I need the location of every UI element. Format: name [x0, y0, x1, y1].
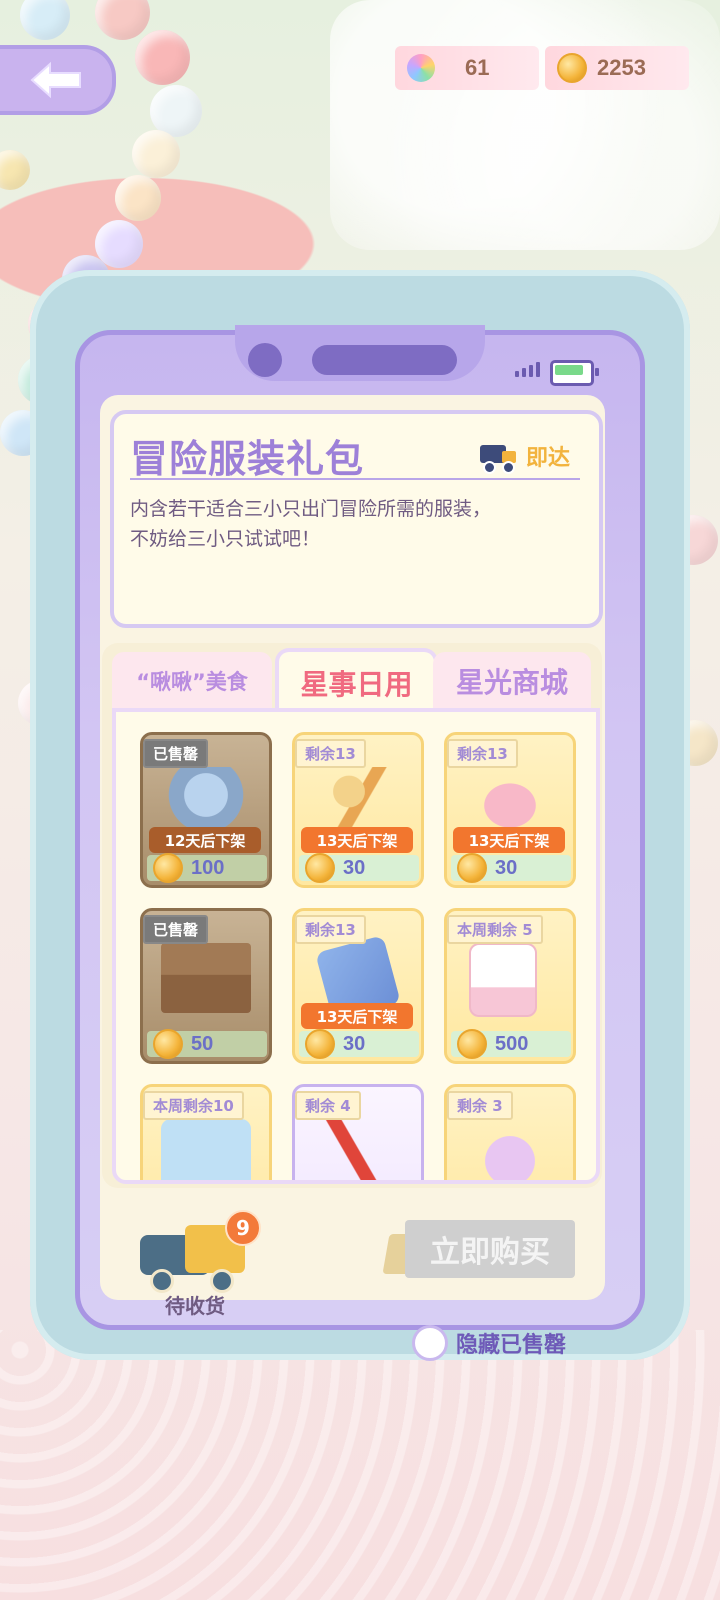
item-expire: 12天后下架 — [149, 827, 261, 853]
shop-item[interactable]: 已售罄 50 — [140, 908, 272, 1064]
coin-count: 2253 — [597, 55, 646, 80]
decorative-bead — [132, 130, 180, 178]
delivery-truck-icon — [480, 443, 518, 474]
item-tag: 剩余 3 — [447, 1091, 513, 1120]
info-description: 内含若干适合三小只出门冒险所需的服装， 不妨给三小只试试吧！ — [130, 494, 585, 554]
item-price-value: 30 — [343, 856, 366, 879]
decorative-bead — [115, 175, 161, 221]
info-title: 冒险服装礼包 — [130, 437, 365, 481]
coin-icon — [305, 853, 335, 883]
tab-daily-goods[interactable]: 星事日用 — [275, 648, 438, 714]
item-price-value: 500 — [495, 1032, 529, 1055]
item-tag: 剩余13 — [295, 915, 366, 944]
item-expire: 13天后下架 — [301, 827, 413, 853]
hide-sold-toggle[interactable]: 隐藏已售罄 — [412, 1325, 566, 1361]
arrow-left-icon — [30, 61, 81, 99]
item-tag: 本周剩余10 — [143, 1091, 244, 1120]
item-price-value: 30 — [343, 1032, 366, 1055]
delivery-label: 即达 — [526, 446, 571, 471]
item-price: 500 — [451, 1029, 571, 1059]
item-tag: 已售罄 — [143, 915, 209, 944]
item-price: 30 — [299, 853, 419, 883]
coin-icon — [457, 1029, 487, 1059]
item-price: 30 — [299, 1029, 419, 1059]
hide-sold-label: 隐藏已售罄 — [456, 1333, 567, 1358]
gem-icon — [407, 54, 435, 82]
magic-print-image — [469, 943, 537, 1017]
scissors-image — [313, 1119, 403, 1180]
pending-count-badge: 9 — [225, 1210, 261, 1246]
item-price-value: 30 — [495, 856, 518, 879]
shop-item[interactable]: 剩余 3 — [444, 1084, 576, 1180]
shop-item[interactable]: 剩余13 13天后下架 30 — [292, 908, 424, 1064]
coin-counter: 2253 — [545, 46, 689, 90]
coin-icon — [153, 1029, 183, 1059]
item-tag: 剩余 4 — [295, 1091, 361, 1120]
item-tag: 本周剩余 5 — [447, 915, 543, 944]
radio-icon[interactable] — [412, 1325, 448, 1361]
item-price: 100 — [147, 853, 267, 883]
item-price: 50 — [147, 1029, 267, 1059]
speaker-icon — [312, 345, 457, 375]
gift-box-image — [465, 1119, 555, 1180]
coin-icon — [153, 853, 183, 883]
gem-counter: 61 — [395, 46, 539, 90]
shop-item[interactable]: 剩余 4 — [292, 1084, 424, 1180]
shop-item[interactable]: 已售罄 12天后下架 100 — [140, 732, 272, 888]
item-price-value: 50 — [191, 1032, 214, 1055]
pending-delivery-label: 待收货 — [165, 1294, 225, 1318]
signal-icon — [515, 362, 540, 377]
camera-icon — [248, 343, 282, 377]
coin-icon — [305, 1029, 335, 1059]
item-price-value: 100 — [191, 856, 225, 879]
decorative-bead — [135, 30, 190, 85]
delivery-indicator: 即达 — [480, 440, 571, 474]
cabinet-image — [161, 943, 251, 1013]
item-grid: 已售罄 12天后下架 100 剩余13 13天后下架 30 剩余13 13天后下… — [112, 708, 600, 1184]
shop-item[interactable]: 剩余13 13天后下架 30 — [444, 732, 576, 888]
diy-kit-image — [161, 1119, 251, 1180]
shop-item[interactable]: 本周剩余10 — [140, 1084, 272, 1180]
battery-icon — [550, 360, 599, 386]
decorative-bead — [20, 0, 70, 40]
info-divider — [130, 478, 580, 480]
item-price: 30 — [451, 853, 571, 883]
gem-count: 61 — [465, 55, 490, 80]
background-lace — [330, 0, 720, 250]
buy-now-button[interactable]: 立即购买 — [405, 1220, 575, 1278]
coin-icon — [557, 53, 587, 83]
info-description-line: 内含若干适合三小只出门冒险所需的服装， — [130, 498, 492, 520]
back-button[interactable] — [0, 45, 116, 115]
shop-item[interactable]: 本周剩余 5 500 — [444, 908, 576, 1064]
item-tag: 剩余13 — [447, 739, 518, 768]
tab-food[interactable]: “啾啾”美食 — [112, 652, 272, 710]
coin-icon — [457, 853, 487, 883]
item-expire: 13天后下架 — [301, 1003, 413, 1029]
item-tag: 已售罄 — [143, 739, 209, 768]
background-bottom-lace — [0, 1330, 720, 1600]
info-description-line: 不妨给三小只试试吧！ — [130, 528, 321, 550]
item-expire: 13天后下架 — [453, 827, 565, 853]
tab-starlight-mall[interactable]: 星光商城 — [433, 652, 591, 710]
decorative-bead — [95, 0, 150, 40]
shop-item[interactable]: 剩余13 13天后下架 30 — [292, 732, 424, 888]
item-tag: 剩余13 — [295, 739, 366, 768]
